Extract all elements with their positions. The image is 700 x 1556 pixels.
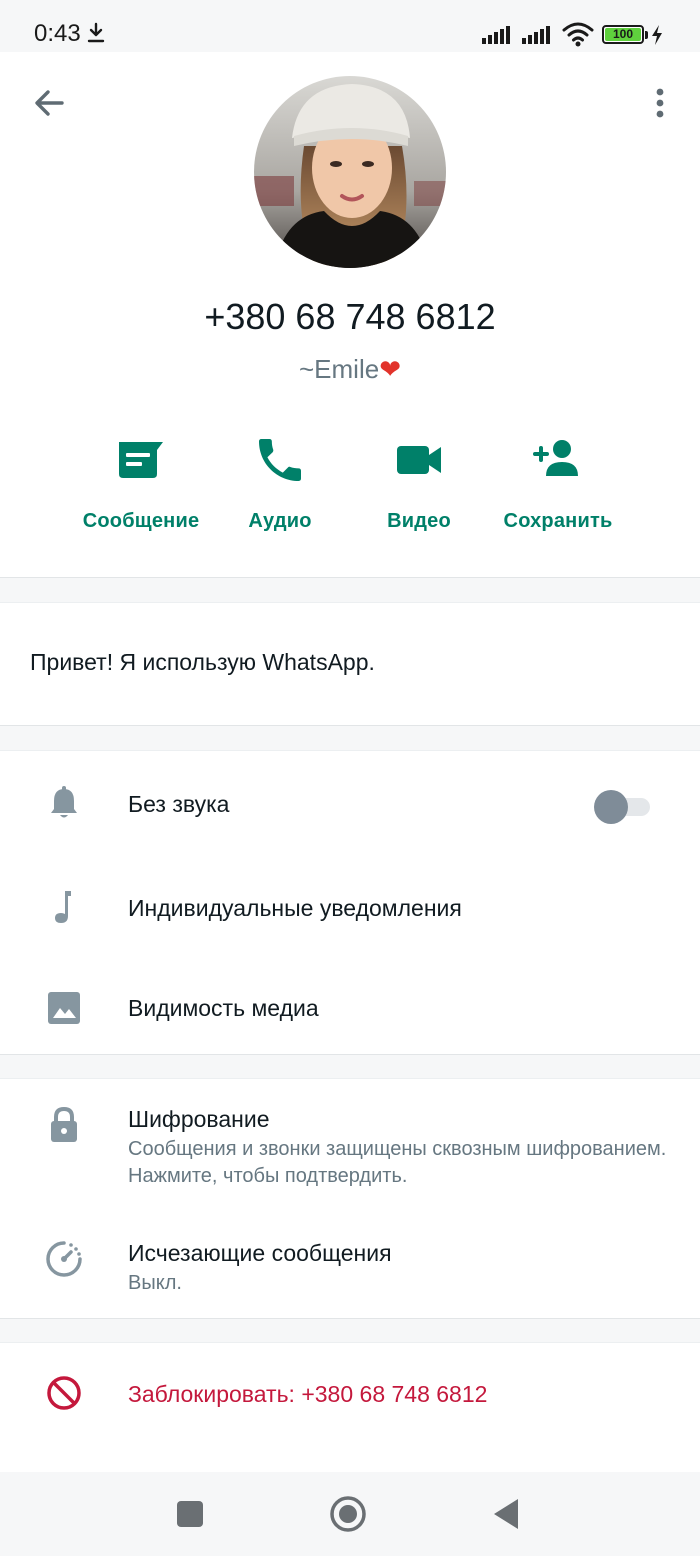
image-icon	[48, 992, 80, 1024]
charging-icon	[652, 25, 662, 45]
more-options-icon[interactable]	[650, 86, 670, 122]
encryption-row[interactable]: Шифрование Сообщения и звонки защищены с…	[0, 1079, 700, 1209]
save-contact-button[interactable]: Сохранить	[483, 432, 633, 542]
message-button[interactable]: Сообщение	[66, 432, 216, 542]
signal-icon	[482, 26, 510, 44]
avatar-photo	[254, 76, 446, 268]
disappearing-messages-row[interactable]: Исчезающие сообщения Выкл.	[0, 1209, 700, 1319]
disappearing-subtitle: Выкл.	[128, 1272, 182, 1294]
block-row[interactable]: Заблокировать: +380 68 748 6812	[0, 1343, 700, 1443]
video-label: Видео	[387, 510, 451, 532]
save-label: Сохранить	[503, 510, 613, 532]
custom-notifications-label: Индивидуальные уведомления	[128, 895, 462, 921]
phone-icon	[259, 439, 301, 481]
contact-header-card: +380 68 748 6812 ~Emile❤ Сообщение Аудио…	[0, 52, 700, 578]
encryption-subtitle: Сообщения и звонки защищены сквозным шиф…	[128, 1138, 667, 1187]
mute-label: Без звука	[128, 791, 230, 817]
status-time: 0:43	[34, 20, 81, 47]
notification-settings-card: Без звука Индивидуальные уведомления Вид…	[0, 750, 700, 1055]
battery-icon: 100	[602, 25, 644, 44]
battery-tip	[645, 31, 648, 39]
audio-call-button[interactable]: Аудио	[205, 432, 355, 542]
security-card: Шифрование Сообщения и звонки защищены с…	[0, 1078, 700, 1319]
block-icon	[47, 1376, 81, 1410]
system-nav-bar	[0, 1472, 700, 1556]
block-card: Заблокировать: +380 68 748 6812	[0, 1342, 700, 1472]
audio-label: Аудио	[248, 510, 312, 532]
mute-row[interactable]: Без звука	[0, 751, 700, 855]
push-name-text: ~Emile	[299, 354, 380, 384]
recents-icon[interactable]	[170, 1494, 210, 1534]
timer-icon	[46, 1241, 82, 1277]
home-icon[interactable]	[328, 1494, 368, 1534]
back-arrow-icon[interactable]	[30, 86, 70, 120]
custom-notifications-row[interactable]: Индивидуальные уведомления	[0, 855, 700, 955]
disappearing-title: Исчезающие сообщения	[128, 1240, 392, 1266]
video-call-button[interactable]: Видео	[344, 432, 494, 542]
contact-avatar[interactable]	[254, 76, 446, 268]
add-contact-icon	[533, 440, 578, 476]
encryption-title: Шифрование	[128, 1106, 270, 1132]
contact-phone-title: +380 68 748 6812	[204, 296, 496, 337]
heart-emoji: ❤	[379, 354, 401, 384]
block-label: Заблокировать: +380 68 748 6812	[128, 1381, 488, 1407]
media-visibility-row[interactable]: Видимость медиа	[0, 955, 700, 1055]
message-label: Сообщение	[82, 510, 200, 532]
about-card[interactable]: Привет! Я использую WhatsApp.	[0, 602, 700, 726]
status-bar: 0:43 100	[0, 0, 700, 52]
contact-push-name: ~Emile❤	[0, 354, 700, 385]
message-icon	[119, 442, 163, 478]
mute-toggle[interactable]	[592, 789, 652, 824]
media-visibility-label: Видимость медиа	[128, 995, 319, 1021]
toggle-thumb	[594, 790, 628, 824]
music-note-icon	[55, 891, 71, 923]
battery-level: 100	[605, 28, 641, 41]
signal-icon-2	[522, 26, 550, 44]
about-text: Привет! Я использую WhatsApp.	[30, 649, 375, 675]
download-icon	[87, 22, 105, 43]
video-icon	[397, 446, 441, 474]
bell-icon	[51, 786, 77, 818]
wifi-icon	[562, 22, 594, 47]
back-nav-icon[interactable]	[488, 1494, 528, 1534]
lock-icon	[51, 1106, 77, 1142]
